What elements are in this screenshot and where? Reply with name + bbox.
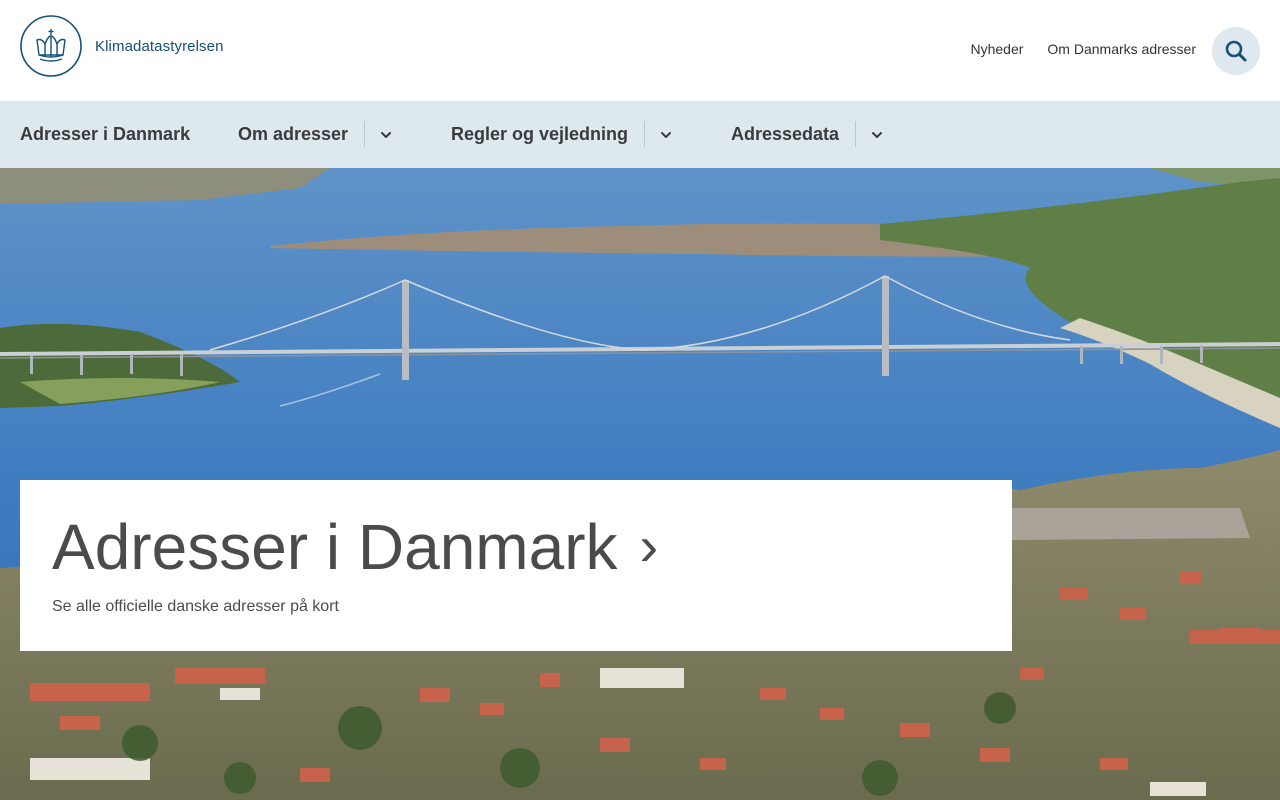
nav-item-regler-og-vejledning[interactable]: Regler og vejledning — [451, 101, 628, 168]
nav-divider — [644, 121, 645, 147]
crown-logo-icon — [20, 15, 82, 77]
chevron-right-icon: › — [639, 514, 659, 577]
news-link[interactable]: Nyheder — [970, 41, 1023, 57]
nav-item-adressedata[interactable]: Adressedata — [731, 101, 839, 168]
nav-item-om-adresser[interactable]: Om adresser — [238, 101, 348, 168]
hero-card-subtitle: Se alle officielle danske adresser på ko… — [52, 598, 339, 615]
search-button[interactable] — [1212, 27, 1260, 75]
hero-card-title: Adresser i Danmark — [52, 511, 618, 583]
main-navigation: Adresser i Danmark Om adresser Regler og… — [0, 101, 1280, 168]
site-header: Klimadatastyrelsen Nyheder Om Danmarks a… — [0, 0, 1280, 101]
hero-card: Adresser i Danmark › Se alle officielle d… — [20, 480, 1012, 651]
nav-divider — [855, 121, 856, 147]
chevron-down-icon[interactable] — [869, 127, 885, 143]
hero-section: Adresser i Danmark › Se alle officielle d… — [0, 168, 1280, 800]
search-icon — [1225, 40, 1247, 62]
logo-link[interactable]: Klimadatastyrelsen — [20, 15, 224, 77]
hero-card-link[interactable]: Adresser i Danmark › — [52, 510, 658, 584]
about-addresses-link[interactable]: Om Danmarks adresser — [1047, 41, 1196, 57]
nav-divider — [364, 121, 365, 147]
nav-item-adresser-i-danmark[interactable]: Adresser i Danmark — [20, 101, 190, 168]
chevron-down-icon[interactable] — [658, 127, 674, 143]
chevron-down-icon[interactable] — [378, 127, 394, 143]
logo-text: Klimadatastyrelsen — [95, 37, 224, 55]
utility-links: Nyheder Om Danmarks adresser — [970, 41, 1196, 57]
